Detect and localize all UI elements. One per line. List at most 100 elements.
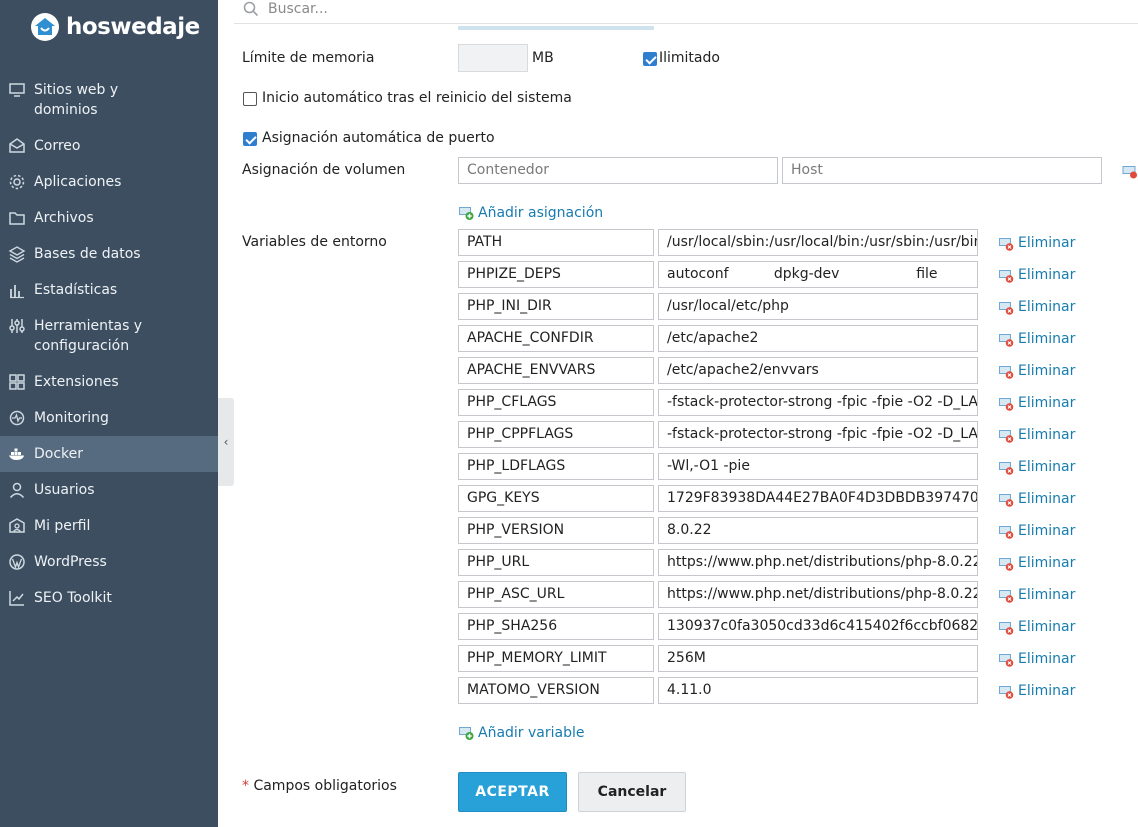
env-var-value-input[interactable]: 130937c0fa3050cd33d6c415402f6ccbf0682ae8… [658, 613, 978, 640]
delete-variable-link[interactable]: Eliminar [998, 523, 1075, 539]
delete-variable-link[interactable]: Eliminar [998, 555, 1075, 571]
env-var-name-input[interactable]: PHP_INI_DIR [458, 293, 654, 320]
add-variable-icon [459, 727, 474, 740]
sidebar-item-correo[interactable]: Correo [0, 128, 218, 164]
remove-mapping-icon[interactable] [1121, 163, 1138, 179]
search-input[interactable] [268, 0, 668, 17]
delete-variable-link[interactable]: Eliminar [998, 459, 1075, 475]
sidebar-item-wordpress[interactable]: WordPress [0, 544, 218, 580]
env-var-name-input[interactable]: PHP_VERSION [458, 517, 654, 544]
env-var-value-input[interactable]: -Wl,-O1 -pie [658, 453, 978, 480]
volume-container-input[interactable]: Contenedor [458, 157, 778, 184]
id-card-icon [8, 517, 26, 535]
delete-icon [999, 494, 1014, 507]
sidebar-item-docker[interactable]: Docker [0, 436, 218, 472]
env-var-value-input[interactable]: 1729F83938DA44E27BA0F4D3DBDB397470D12172 [658, 485, 978, 512]
delete-label: Eliminar [1018, 395, 1076, 411]
folder-icon [8, 209, 26, 227]
sidebar-item-usuarios[interactable]: Usuarios [0, 472, 218, 508]
env-var-value-input[interactable]: https://www.php.net/distributions/php-8.… [658, 549, 978, 576]
unlimited-label: Ilimitado [659, 50, 720, 66]
delete-variable-link[interactable]: Eliminar [998, 683, 1075, 699]
env-var-value-input[interactable]: 4.11.0 [658, 677, 978, 704]
delete-variable-link[interactable]: Eliminar [998, 427, 1075, 443]
sidebar-item-bases-de-datos[interactable]: Bases de datos [0, 236, 218, 272]
delete-icon [999, 686, 1014, 699]
sidebar-item-label: Monitoring [34, 410, 109, 426]
add-variable-link[interactable]: Añadir variable [458, 724, 585, 741]
env-var-name-input[interactable]: PHP_LDFLAGS [458, 453, 654, 480]
env-var-value-input[interactable]: /etc/apache2/envvars [658, 357, 978, 384]
env-var-value-input[interactable]: 8.0.22 [658, 517, 978, 544]
sidebar-item-sitios-web-y-dominios[interactable]: Sitios web y dominios [0, 72, 218, 128]
add-mapping-label: Añadir asignación [478, 205, 604, 221]
volume-mapping-label: Asignación de volumen [242, 162, 406, 178]
env-var-value-input[interactable]: /etc/apache2 [658, 325, 978, 352]
auto-port-checkbox[interactable] [243, 132, 257, 146]
cancel-button[interactable]: Cancelar [578, 772, 686, 812]
delete-variable-link[interactable]: Eliminar [998, 619, 1075, 635]
env-var-name-input[interactable]: PHP_SHA256 [458, 613, 654, 640]
delete-variable-link[interactable]: Eliminar [998, 267, 1075, 283]
env-var-name-input[interactable]: PATH [458, 229, 654, 256]
delete-icon [999, 270, 1014, 283]
env-var-value-input[interactable]: /usr/local/etc/php [658, 293, 978, 320]
sidebar-item-label: Estadísticas [34, 282, 118, 298]
env-var-name-input[interactable]: PHP_CFLAGS [458, 389, 654, 416]
delete-variable-link[interactable]: Eliminar [998, 299, 1075, 315]
delete-variable-link[interactable]: Eliminar [998, 587, 1075, 603]
env-var-name-input[interactable]: APACHE_ENVVARS [458, 357, 654, 384]
brand-logo[interactable]: hoswedaje [30, 10, 200, 44]
env-var-name-input[interactable]: PHPIZE_DEPS [458, 261, 654, 288]
env-var-name-input[interactable]: APACHE_CONFDIR [458, 325, 654, 352]
sidebar-item-monitoring[interactable]: Monitoring [0, 400, 218, 436]
sidebar-item-extensiones[interactable]: Extensiones [0, 364, 218, 400]
accept-button[interactable]: ACEPTAR [458, 772, 567, 812]
sidebar-item-archivos[interactable]: Archivos [0, 200, 218, 236]
delete-icon [999, 430, 1014, 443]
delete-label: Eliminar [1018, 299, 1076, 315]
volume-host-input[interactable]: Host [782, 157, 1102, 184]
env-var-name-input[interactable]: PHP_ASC_URL [458, 581, 654, 608]
delete-variable-link[interactable]: Eliminar [998, 491, 1075, 507]
delete-label: Eliminar [1018, 363, 1076, 379]
env-var-name-input[interactable]: PHP_CPPFLAGS [458, 421, 654, 448]
unlimited-checkbox[interactable] [643, 52, 657, 66]
delete-label: Eliminar [1018, 619, 1076, 635]
env-var-name-input[interactable]: PHP_MEMORY_LIMIT [458, 645, 654, 672]
env-var-value-input[interactable]: -fstack-protector-strong -fpic -fpie -O2… [658, 421, 978, 448]
delete-icon [999, 526, 1014, 539]
env-var-value-input[interactable]: -fstack-protector-strong -fpic -fpie -O2… [658, 389, 978, 416]
sidebar-item-label: Aplicaciones [34, 174, 122, 190]
puzzle-icon [8, 373, 26, 391]
delete-label: Eliminar [1018, 235, 1076, 251]
sidebar-item-seo-toolkit[interactable]: SEO Toolkit [0, 580, 218, 616]
sidebar-item-estadisticas[interactable]: Estadísticas [0, 272, 218, 308]
add-mapping-link[interactable]: Añadir asignación [458, 204, 603, 221]
autostart-checkbox[interactable] [243, 92, 257, 106]
env-var-name-input[interactable]: PHP_URL [458, 549, 654, 576]
delete-label: Eliminar [1018, 523, 1076, 539]
env-var-value-input[interactable]: 256M [658, 645, 978, 672]
delete-variable-link[interactable]: Eliminar [998, 235, 1075, 251]
sidebar-item-aplicaciones[interactable]: Aplicaciones [0, 164, 218, 200]
memory-limit-input[interactable] [458, 44, 528, 72]
env-var-value-input[interactable]: https://www.php.net/distributions/php-8.… [658, 581, 978, 608]
delete-variable-link[interactable]: Eliminar [998, 651, 1075, 667]
delete-variable-link[interactable]: Eliminar [998, 363, 1075, 379]
sidebar-item-label: Sitios web y dominios [34, 82, 119, 118]
env-var-value-input[interactable]: autoconf dpkg-dev file g++ [658, 261, 978, 288]
house-logo-icon [31, 13, 59, 41]
sidebar-collapse-handle[interactable]: ‹ [218, 398, 234, 486]
sidebar-item-mi-perfil[interactable]: Mi perfil [0, 508, 218, 544]
env-var-name-input[interactable]: GPG_KEYS [458, 485, 654, 512]
env-var-value-input[interactable]: /usr/local/sbin:/usr/local/bin:/usr/sbin… [658, 229, 978, 256]
delete-label: Eliminar [1018, 587, 1076, 603]
env-var-name-input[interactable]: MATOMO_VERSION [458, 677, 654, 704]
sidebar-nav: Sitios web y dominios Correo Aplicaciones A… [0, 72, 218, 616]
delete-variable-link[interactable]: Eliminar [998, 331, 1075, 347]
sidebar-item-herramientas-y-configuracion[interactable]: Herramientas y configuración [0, 308, 218, 364]
delete-variable-link[interactable]: Eliminar [998, 395, 1075, 411]
sidebar-item-label: Correo [34, 138, 81, 154]
delete-icon [999, 334, 1014, 347]
